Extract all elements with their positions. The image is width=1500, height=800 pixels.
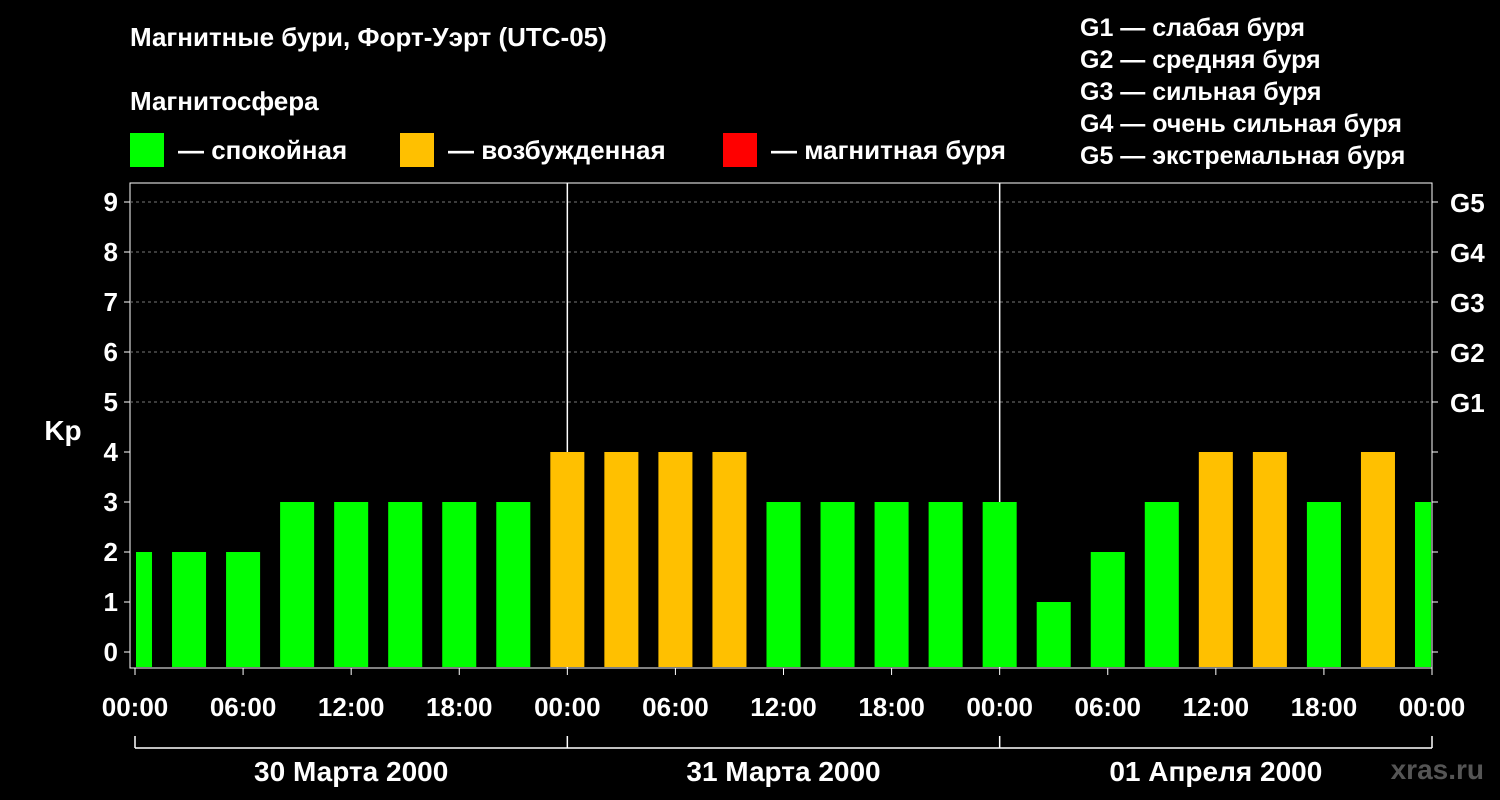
kp-bar [1144,502,1179,667]
kp-bar [766,502,801,667]
kp-bar [604,452,639,667]
kp-bar [442,502,477,667]
kp-bar [1306,502,1341,667]
x-tick-label: 18:00 [858,692,925,722]
y-tick-label: 6 [104,337,118,367]
kp-bar [280,502,315,667]
x-tick-label: 00:00 [1399,692,1466,722]
storm-level-label-g4: G4 [1450,238,1485,268]
y-tick-label: 8 [104,237,118,267]
kp-bar [820,502,855,667]
kp-bar [334,502,369,667]
kp-bar [1090,552,1125,667]
watermark: xras.ru [1390,754,1484,785]
kp-bar [136,552,153,667]
kp-bar [1360,452,1395,667]
kp-bar [1252,452,1287,667]
y-tick-label: 5 [104,387,118,417]
kp-bar [1414,502,1431,667]
x-tick-label: 00:00 [534,692,601,722]
kp-bar [712,452,747,667]
x-tick-label: 06:00 [210,692,277,722]
kp-bar [658,452,693,667]
storm-level-label-g2: G2 [1450,338,1485,368]
day-label: 30 Марта 2000 [254,756,448,787]
kp-bar [982,502,1017,667]
kp-bar [388,502,423,667]
kp-bar [928,502,963,667]
y-tick-label: 1 [104,587,118,617]
day-label: 01 Апреля 2000 [1109,756,1322,787]
x-tick-label: 06:00 [642,692,709,722]
kp-bar [226,552,261,667]
kp-bar [550,452,585,667]
kp-chart: 0 1 2 3 4 5 6 7 8 9 G1 G2 G3 G4 G5 Kp 00:00 06:00 12:00 18:… [44,182,1485,787]
x-tick-label: 18:00 [1291,692,1358,722]
storm-level-label-g3: G3 [1450,288,1485,318]
y-tick-label: 7 [104,287,118,317]
x-tick-label: 12:00 [750,692,817,722]
storm-level-label-g5: G5 [1450,188,1485,218]
y-tick-label: 9 [104,187,118,217]
y-tick-label: 4 [104,437,119,467]
y-tick-label: 3 [104,487,118,517]
y-axis-label: Kp [44,415,81,446]
day-label: 31 Марта 2000 [686,756,880,787]
x-tick-label: 12:00 [318,692,385,722]
kp-bar [172,552,207,667]
y-tick-label: 0 [104,637,118,667]
kp-bar [1036,602,1071,667]
y-tick-label: 2 [104,537,118,567]
x-tick-label: 00:00 [966,692,1033,722]
x-tick-label: 00:00 [102,692,169,722]
x-tick-label: 12:00 [1183,692,1250,722]
kp-bar [1198,452,1233,667]
kp-bar [496,502,531,667]
storm-level-label-g1: G1 [1450,388,1485,418]
kp-bar [874,502,909,667]
x-tick-label: 06:00 [1075,692,1142,722]
x-tick-label: 18:00 [426,692,493,722]
